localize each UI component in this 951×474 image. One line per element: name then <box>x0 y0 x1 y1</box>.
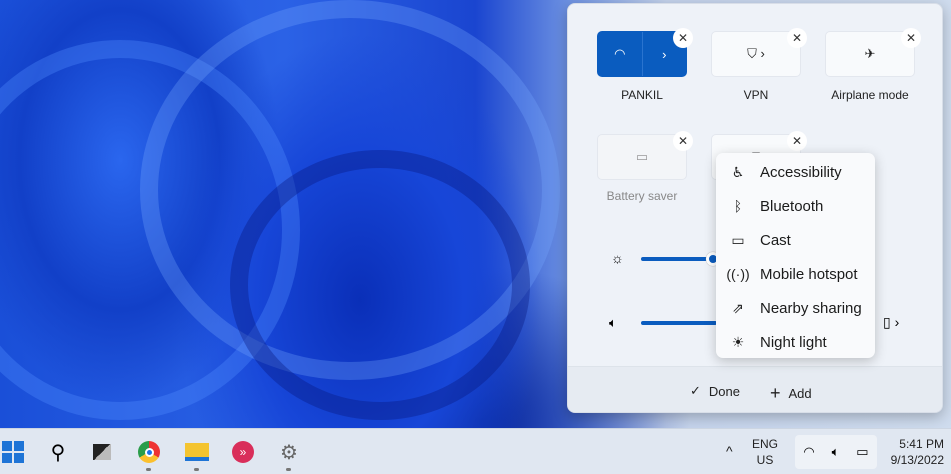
menu-item-label: Nearby sharing <box>760 299 862 317</box>
search-icon: ⚲ <box>50 441 66 464</box>
panel-footer: ✓ Done + Add <box>568 366 942 412</box>
menu-item-label: Mobile hotspot <box>760 265 858 283</box>
running-indicator <box>146 468 151 471</box>
tile-label: PANKIL <box>621 88 663 102</box>
hotspot-icon: ((·)) <box>726 266 750 282</box>
battery-saver-icon: ▭ <box>635 149 649 164</box>
taskbar: ⚲ » ⚙ ^ ENG US ◠ 🔈︎ ▭ 5:41 PM 9/13/2022 <box>0 428 951 474</box>
folder-icon <box>185 443 209 461</box>
unpin-icon[interactable]: ✕ <box>673 28 693 48</box>
menu-item-label: Accessibility <box>760 163 842 181</box>
gear-icon: ⚙ <box>280 441 298 464</box>
date: 9/13/2022 <box>890 453 944 467</box>
app-icon: » <box>232 441 254 463</box>
lang-code: ENG <box>752 437 779 451</box>
system-tray-button[interactable]: ◠ 🔈︎ ▭ <box>795 435 877 469</box>
brightness-icon: ☼ <box>611 250 624 266</box>
add-label: Add <box>788 386 812 401</box>
app-button[interactable]: » <box>228 437 258 467</box>
wifi-chevron-button[interactable]: › <box>642 47 686 62</box>
search-button[interactable]: ⚲ <box>43 437 73 467</box>
clock[interactable]: 5:41 PM 9/13/2022 <box>882 436 944 468</box>
unpin-icon[interactable]: ✕ <box>787 131 807 151</box>
unpin-icon[interactable]: ✕ <box>673 131 693 151</box>
add-quick-setting-menu: ♿︎ Accessibility ᛒ Bluetooth ▭ Cast ((·)) Mo… <box>716 153 875 358</box>
unpin-icon[interactable]: ✕ <box>901 28 921 48</box>
start-button[interactable] <box>0 437 28 467</box>
cast-icon: ▭ <box>731 231 745 248</box>
audio-output-button[interactable]: ▯ › <box>883 314 899 331</box>
night-light-icon: ☀ <box>731 333 745 350</box>
wifi-icon: ◠ <box>803 444 815 459</box>
done-button[interactable]: ✓ Done <box>690 383 740 399</box>
wifi-icon: ◠ <box>614 46 626 61</box>
time: 5:41 PM <box>899 437 944 451</box>
running-indicator <box>286 468 291 471</box>
chrome-icon <box>138 441 160 463</box>
menu-item-cast[interactable]: ▭ Cast <box>716 223 875 257</box>
running-indicator <box>194 468 199 471</box>
menu-item-label: Night light <box>760 333 827 351</box>
settings-button[interactable]: ⚙ <box>274 437 304 471</box>
volume-icon: 🔈︎ <box>609 315 617 330</box>
check-icon: ✓ <box>690 383 701 398</box>
lang-region: US <box>756 453 774 467</box>
plus-icon: + <box>770 383 781 403</box>
brightness-track <box>641 257 713 261</box>
airplane-icon: ✈ <box>864 46 876 61</box>
tile-label: Battery saver <box>606 189 678 203</box>
bluetooth-icon: ᛒ <box>733 198 743 214</box>
menu-item-bluetooth[interactable]: ᛒ Bluetooth <box>716 189 875 223</box>
wallpaper-swirl <box>230 150 530 420</box>
show-hidden-icons-button[interactable]: ^ <box>726 443 733 459</box>
tile-label: Airplane mode <box>831 88 909 102</box>
tile-label: VPN <box>743 88 769 102</box>
menu-item-mobile-hotspot[interactable]: ((·)) Mobile hotspot <box>716 257 875 291</box>
menu-item-nearby-sharing[interactable]: ⇗ Nearby sharing <box>716 291 875 325</box>
battery-icon: ▭ <box>856 444 869 459</box>
chrome-button[interactable] <box>134 437 164 471</box>
done-label: Done <box>708 383 740 399</box>
task-view-icon <box>93 444 111 460</box>
accessibility-icon: ♿︎ <box>731 163 745 180</box>
menu-item-accessibility[interactable]: ♿︎ Accessibility <box>716 155 875 189</box>
windows-icon <box>2 441 24 463</box>
nearby-sharing-icon: ⇗ <box>732 299 744 316</box>
menu-item-label: Bluetooth <box>760 197 824 215</box>
menu-item-label: Cast <box>760 231 791 249</box>
task-view-button[interactable] <box>87 437 117 467</box>
volume-icon: 🔈︎ <box>831 444 840 459</box>
volume-track <box>641 321 717 325</box>
shield-icon: ⛉ › <box>747 46 765 61</box>
language-indicator[interactable]: ENG US <box>752 436 778 468</box>
unpin-icon[interactable]: ✕ <box>787 28 807 48</box>
add-button[interactable]: + Add <box>770 383 812 404</box>
file-explorer-button[interactable] <box>182 437 212 471</box>
menu-item-night-light[interactable]: ☀ Night light <box>716 325 875 359</box>
